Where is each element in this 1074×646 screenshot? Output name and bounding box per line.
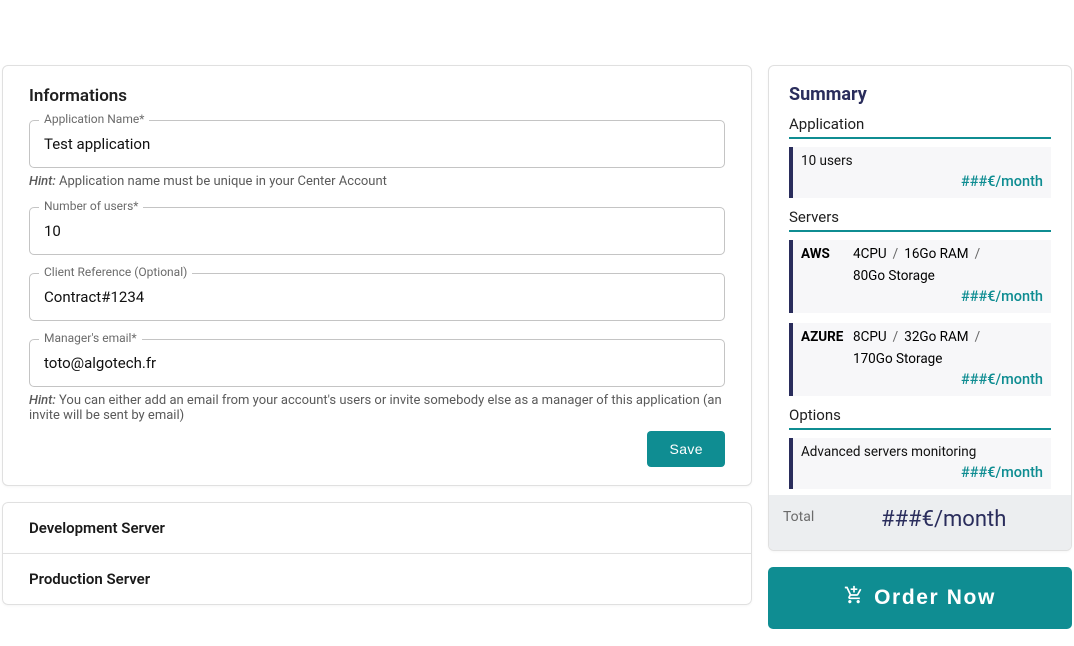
app-name-input[interactable] — [29, 120, 725, 168]
option1-label: Advanced servers monitoring — [801, 444, 1043, 460]
summary-total-label: Total — [783, 507, 814, 525]
server1-cpu: 4CPU — [853, 246, 887, 262]
save-button[interactable]: Save — [647, 431, 725, 467]
num-users-label: Number of users* — [39, 199, 143, 213]
summary-server1-block: AWS 4CPU / 16Go RAM / 80Go Storage ###€/… — [789, 240, 1051, 313]
dev-server-accordion[interactable]: Development Server — [2, 502, 752, 553]
server2-ram: 32Go RAM — [904, 329, 968, 345]
informations-card: Informations Application Name* Hint: App… — [2, 65, 752, 486]
summary-server2-block: AZURE 8CPU / 32Go RAM / 170Go Storage ##… — [789, 323, 1051, 396]
server2-storage: 170Go Storage — [853, 351, 942, 367]
client-ref-field: Client Reference (Optional) — [29, 273, 725, 321]
informations-title: Informations — [29, 86, 725, 106]
num-users-input[interactable] — [29, 207, 725, 255]
summary-card: Summary Application 10 users ###€/month … — [768, 65, 1072, 551]
manager-email-input[interactable] — [29, 339, 725, 387]
prod-server-header: Production Server — [3, 554, 751, 604]
order-now-button[interactable]: Order Now — [768, 567, 1072, 629]
summary-option1-block: Advanced servers monitoring ###€/month — [789, 438, 1051, 489]
server1-storage: 80Go Storage — [853, 268, 935, 284]
summary-total-value: ###€/month — [830, 507, 1057, 532]
app-name-field: Application Name* Hint: Application name… — [29, 120, 725, 189]
prod-server-accordion[interactable]: Production Server — [2, 553, 752, 605]
order-now-label: Order Now — [874, 586, 996, 610]
summary-options-header: Options — [789, 406, 1051, 430]
actions-row: Save — [29, 431, 725, 467]
manager-email-label: Manager's email* — [39, 331, 142, 345]
option1-price: ###€/month — [801, 464, 1043, 481]
summary-application-block: 10 users ###€/month — [789, 147, 1051, 198]
summary-app-price: ###€/month — [801, 173, 1043, 190]
summary-title: Summary — [789, 84, 1051, 105]
servers-accordion: Development Server Production Server — [2, 502, 752, 605]
summary-application-header: Application — [789, 115, 1051, 139]
server2-cpu: 8CPU — [853, 329, 887, 345]
client-ref-input[interactable] — [29, 273, 725, 321]
server2-provider: AZURE — [801, 329, 847, 345]
server2-price: ###€/month — [801, 371, 1043, 388]
dev-server-header: Development Server — [3, 503, 751, 553]
manager-email-hint: Hint: You can either add an email from y… — [29, 393, 725, 423]
server1-provider: AWS — [801, 246, 847, 262]
app-name-label: Application Name* — [39, 112, 149, 126]
summary-servers-header: Servers — [789, 208, 1051, 232]
app-name-hint: Hint: Application name must be unique in… — [29, 174, 725, 189]
summary-app-line: 10 users — [801, 153, 1043, 169]
cart-icon — [844, 585, 864, 611]
num-users-field: Number of users* — [29, 207, 725, 255]
server1-price: ###€/month — [801, 288, 1043, 305]
client-ref-label: Client Reference (Optional) — [39, 265, 192, 279]
server1-ram: 16Go RAM — [904, 246, 968, 262]
manager-email-field: Manager's email* Hint: You can either ad… — [29, 339, 725, 423]
summary-total-row: Total ###€/month — [769, 495, 1071, 550]
